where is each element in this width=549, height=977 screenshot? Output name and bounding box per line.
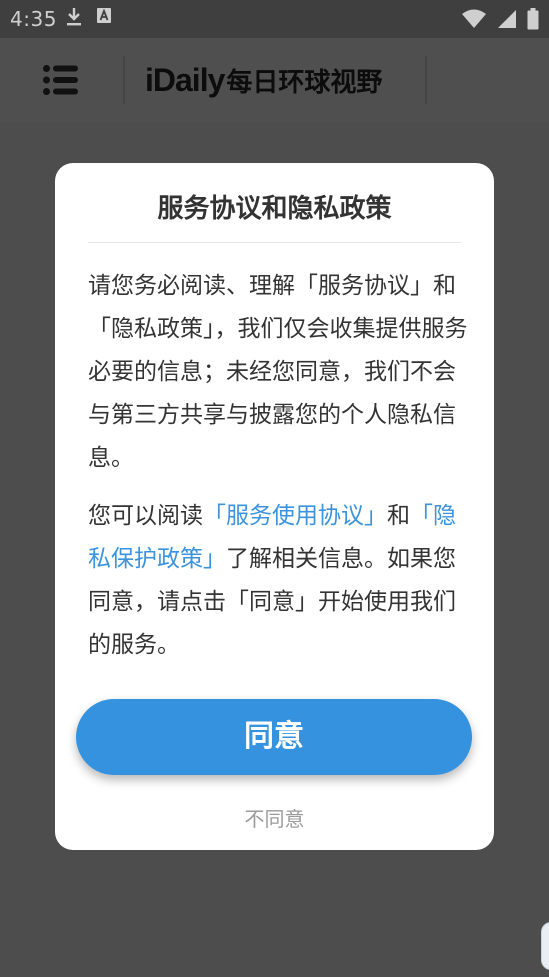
wifi-icon xyxy=(462,9,486,28)
app-logo-latin: iDaily xyxy=(145,62,225,98)
status-time: 4:35 xyxy=(10,7,57,31)
a-icon xyxy=(97,8,111,23)
menu-icon[interactable] xyxy=(43,65,79,95)
dialog-paragraph-2: 您可以阅读「服务使用协议」和「隐私保护政策」了解相关信息。如果您同意，请点击「同… xyxy=(88,495,473,667)
download-icon xyxy=(67,8,81,26)
dialog-title: 服务协议和隐私政策 xyxy=(157,194,392,224)
status-left-icons xyxy=(66,7,112,27)
app-logo-cjk: 每日环球视野 xyxy=(226,68,383,98)
app-bar-divider-right xyxy=(425,56,427,104)
signal-icon xyxy=(498,10,516,28)
battery-icon xyxy=(527,8,539,30)
status-bar: 4:35 xyxy=(0,0,549,38)
paragraph-2-text-a: 您可以阅读 xyxy=(88,503,203,529)
app-bar: iDaily每日环球视野 xyxy=(0,38,549,122)
paragraph-2-text-b: 和 xyxy=(387,503,410,529)
service-agreement-link[interactable]: 「服务使用协议」 xyxy=(203,503,387,529)
dialog-divider xyxy=(88,242,461,243)
privacy-dialog: 服务协议和隐私政策 请您务必阅读、理解「服务协议」和「隐私政策」，我们仅会收集提… xyxy=(55,163,494,850)
app-bar-divider-left xyxy=(123,56,125,104)
app-logo: iDaily每日环球视野 xyxy=(145,56,382,104)
status-right-icons xyxy=(461,8,539,30)
floating-edge-widget[interactable] xyxy=(541,922,549,970)
agree-button[interactable]: 同意 xyxy=(76,699,472,775)
disagree-button[interactable]: 不同意 xyxy=(55,803,494,832)
dialog-paragraph-1: 请您务必阅读、理解「服务协议」和「隐私政策」，我们仅会收集提供服务必要的信息；未… xyxy=(88,273,468,471)
